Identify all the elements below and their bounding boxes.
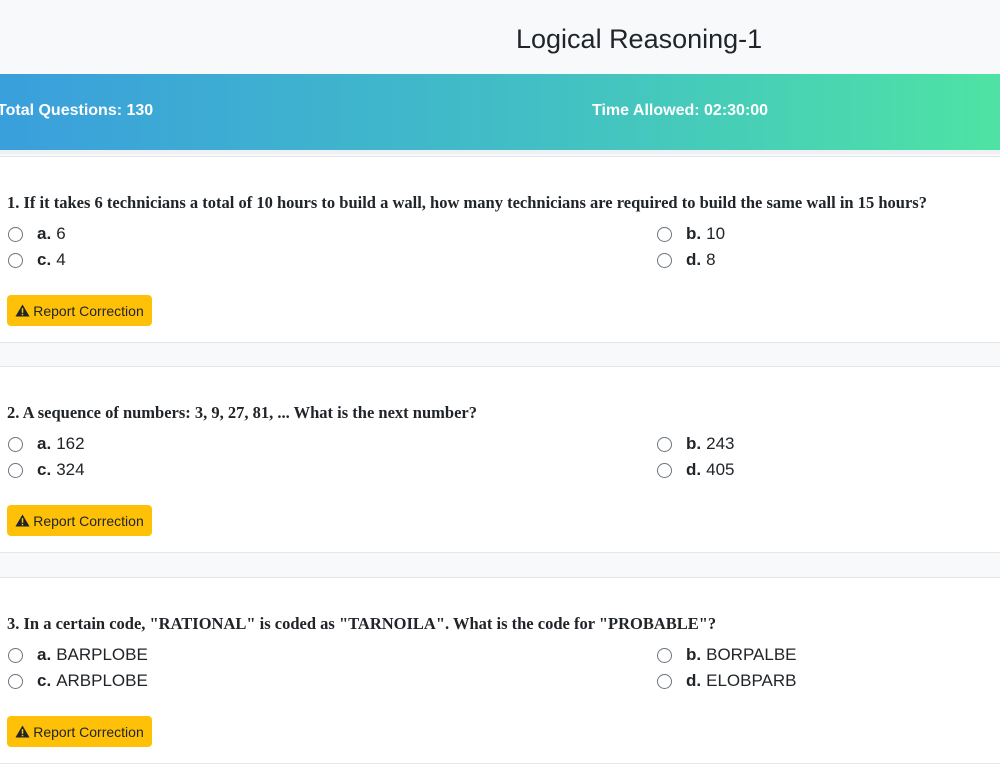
question-text: 3. In a certain code, "RATIONAL" is code… — [7, 614, 717, 633]
radio-button[interactable] — [657, 673, 672, 689]
exam-info-bar: Total Questions: 130 Time Allowed: 02:30… — [0, 74, 1000, 150]
option-d[interactable]: d. 405 — [657, 459, 734, 481]
radio-button[interactable] — [8, 647, 23, 663]
time-allowed: Time Allowed: 02:30:00 — [592, 102, 769, 119]
option-value: 162 — [56, 434, 85, 453]
option-b[interactable]: b. 243 — [657, 433, 734, 455]
divider — [0, 150, 1000, 154]
option-a[interactable]: a. 162 — [8, 433, 85, 455]
option-value: BORPALBE — [706, 645, 797, 664]
radio-button[interactable] — [657, 252, 672, 268]
warning-triangle-icon — [15, 514, 30, 527]
radio-button[interactable] — [8, 436, 23, 452]
option-c[interactable]: c. ARBPLOBE — [8, 670, 148, 692]
option-value: 8 — [706, 250, 716, 269]
radio-button[interactable] — [8, 462, 23, 478]
option-value: BARPLOBE — [56, 645, 148, 664]
option-value: 243 — [706, 434, 735, 453]
option-letter: c. — [37, 671, 52, 690]
option-value: 10 — [706, 224, 726, 243]
question-card: 1. If it takes 6 technicians a total of … — [0, 156, 1000, 343]
option-letter: a. — [37, 224, 52, 243]
question-text: 2. A sequence of numbers: 3, 9, 27, 81, … — [7, 403, 477, 422]
radio-button[interactable] — [8, 252, 23, 268]
total-questions: Total Questions: 130 — [0, 102, 154, 119]
report-correction-button[interactable]: Report Correction — [7, 295, 152, 326]
warning-triangle-icon — [15, 304, 30, 317]
report-correction-button[interactable]: Report Correction — [7, 505, 152, 536]
option-c[interactable]: c. 4 — [8, 249, 66, 271]
radio-button[interactable] — [657, 226, 672, 242]
warning-triangle-icon — [15, 725, 30, 738]
option-a[interactable]: a. BARPLOBE — [8, 644, 148, 666]
option-letter: a. — [37, 645, 52, 664]
option-value: 4 — [56, 250, 66, 269]
option-b[interactable]: b. BORPALBE — [657, 644, 797, 666]
question-text: 1. If it takes 6 technicians a total of … — [7, 193, 927, 212]
option-letter: d. — [686, 250, 702, 269]
option-value: 324 — [56, 460, 85, 479]
option-letter: d. — [686, 671, 702, 690]
option-d[interactable]: d. 8 — [657, 249, 716, 271]
option-d[interactable]: d. ELOBPARB — [657, 670, 797, 692]
radio-button[interactable] — [657, 647, 672, 663]
option-value: 6 — [56, 224, 66, 243]
option-value: ARBPLOBE — [56, 671, 148, 690]
option-letter: a. — [37, 434, 52, 453]
option-letter: c. — [37, 460, 52, 479]
report-label: Report Correction — [33, 512, 144, 529]
question-card: 3. In a certain code, "RATIONAL" is code… — [0, 577, 1000, 764]
option-letter: b. — [686, 224, 702, 243]
radio-button[interactable] — [657, 462, 672, 478]
option-a[interactable]: a. 6 — [8, 223, 66, 245]
report-label: Report Correction — [33, 302, 144, 319]
option-b[interactable]: b. 10 — [657, 223, 725, 245]
option-letter: b. — [686, 434, 702, 453]
option-c[interactable]: c. 324 — [8, 459, 85, 481]
report-label: Report Correction — [33, 723, 144, 740]
report-correction-button[interactable]: Report Correction — [7, 716, 152, 747]
radio-button[interactable] — [8, 226, 23, 242]
question-card: 2. A sequence of numbers: 3, 9, 27, 81, … — [0, 366, 1000, 553]
page-title: Logical Reasoning-1 — [516, 24, 763, 54]
option-letter: c. — [37, 250, 52, 269]
option-letter: b. — [686, 645, 702, 664]
option-value: 405 — [706, 460, 735, 479]
radio-button[interactable] — [8, 673, 23, 689]
option-letter: d. — [686, 460, 702, 479]
radio-button[interactable] — [657, 436, 672, 452]
option-value: ELOBPARB — [706, 671, 797, 690]
